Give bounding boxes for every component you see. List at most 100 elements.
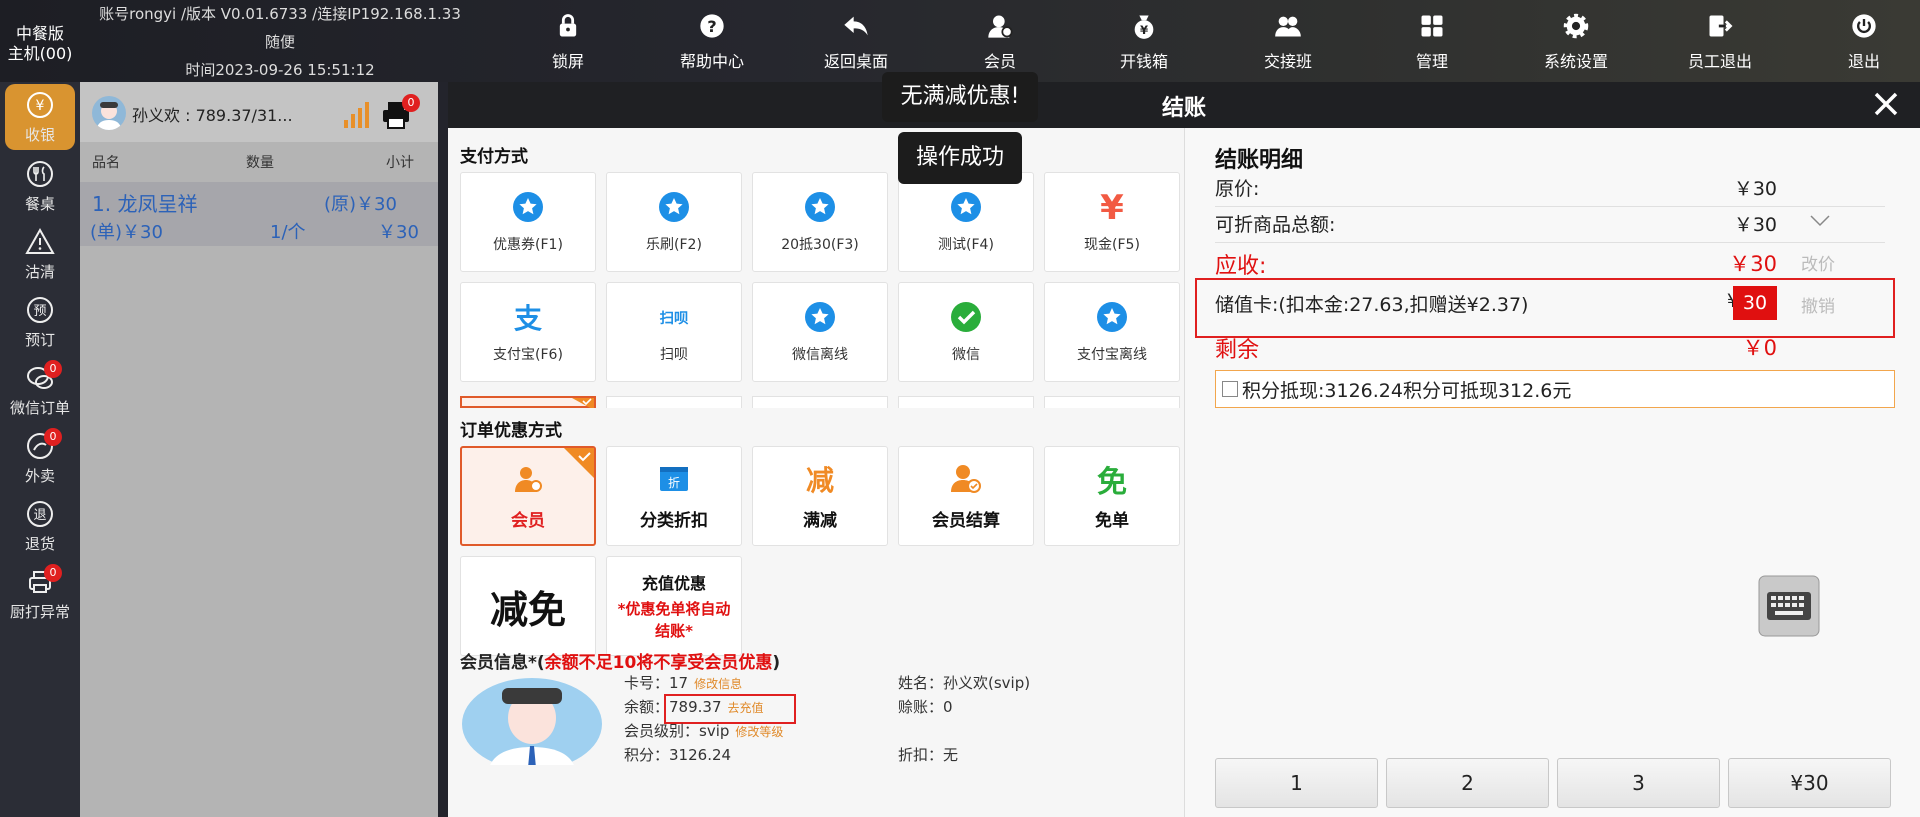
due-value: ￥30 [1729, 252, 1777, 276]
pay-label: 20抵30(F3) [781, 237, 859, 253]
svg-text:退: 退 [33, 508, 46, 523]
avatar [92, 96, 126, 130]
tool-label: 系统设置 [1543, 52, 1608, 71]
account-info: 账号rongyi /版本 V0.01.6733 /连接IP192.168.1.3… [80, 0, 480, 84]
balance-label: 余额： [624, 698, 670, 716]
discount-rate-label: 折扣： [898, 746, 944, 764]
pay-label: 现金(F5) [1084, 237, 1140, 253]
tool-cashbox[interactable]: ¥ 开钱箱 [1072, 8, 1216, 78]
discount-category[interactable]: 折 分类折扣 [606, 446, 742, 546]
toast-no-full-reduce: 无满减优惠! [882, 72, 1038, 122]
discount-reduce-free[interactable]: 减免 [460, 556, 596, 656]
tool-settings[interactable]: 系统设置 [1504, 8, 1648, 78]
nav-label: 退货 [24, 534, 55, 553]
discount-member-settle[interactable]: 会员结算 [898, 446, 1034, 546]
nav-kitchen-print-error[interactable]: 0 厨打异常 [0, 560, 80, 628]
nav-label: 沽清 [24, 262, 55, 281]
discountable-label: 可折商品总额: [1215, 214, 1336, 236]
back-icon [844, 16, 868, 36]
tool-member[interactable]: 会员 [928, 8, 1072, 78]
pay-tile-hidden[interactable] [752, 396, 888, 408]
tool-staff-logout[interactable]: 员工退出 [1648, 8, 1792, 78]
member-summary[interactable]: 孙义欢 : 789.37/31... [132, 102, 293, 126]
star-icon [805, 302, 835, 332]
pay-tile-hidden[interactable] [898, 396, 1034, 408]
pay-wechat-offline[interactable]: 微信离线 [752, 282, 888, 382]
nav-soldout[interactable]: 沽清 [0, 220, 80, 288]
cancel-button[interactable]: 撤销 [1801, 292, 1835, 317]
tool-help[interactable]: ? 帮助中心 [640, 8, 784, 78]
pay-leshua[interactable]: 乐刷(F2) [606, 172, 742, 272]
points-text: 积分抵现:3126.24积分可抵现312.6元 [1242, 379, 1572, 402]
member-credit-row: 赊账：0 [898, 696, 953, 717]
points-value: 3126.24 [669, 746, 732, 764]
edit-level-link[interactable]: 修改等级 [735, 725, 783, 739]
numpad-key[interactable]: 3 [1557, 758, 1720, 808]
nav-tables[interactable]: 餐桌 [0, 152, 80, 220]
tool-exit[interactable]: 退出 [1792, 8, 1920, 78]
name-label: 姓名： [898, 674, 944, 692]
change-price-button[interactable]: 改价 [1801, 250, 1835, 275]
discount-free-order[interactable]: 免 免单 [1044, 446, 1180, 546]
level-label: 会员级别： [624, 722, 700, 740]
nav-takeout[interactable]: 0 外卖 [0, 424, 80, 492]
shift-icon [1275, 16, 1301, 37]
pay-tile-stored-card[interactable] [460, 396, 596, 408]
tool-lock[interactable]: 锁屏 [496, 8, 640, 78]
pay-test[interactable]: 测试(F4) [898, 172, 1034, 272]
pay-alipay[interactable]: 支 支付宝(F6) [460, 282, 596, 382]
member-points-row: 积分：3126.24 [624, 744, 731, 765]
nav-wechat-order[interactable]: 0 微信订单 [0, 356, 80, 424]
numpad-key[interactable]: ¥30 [1728, 758, 1891, 808]
chevron-down-icon[interactable] [1809, 214, 1831, 228]
numpad-key[interactable]: 2 [1386, 758, 1549, 808]
pay-coupon[interactable]: 优惠券(F1) [460, 172, 596, 272]
level-value: svip [699, 722, 730, 740]
close-icon[interactable] [1870, 88, 1902, 120]
order-item-row[interactable]: 1. 龙凤呈祥 (原)￥30 (单)￥30 1/个 ￥30 [80, 182, 438, 246]
pay-cash[interactable]: ¥ 现金(F5) [1044, 172, 1180, 272]
edit-info-link[interactable]: 修改信息 [694, 677, 742, 691]
orig-price-label: 原价: [1215, 178, 1260, 200]
numpad-key[interactable]: 1 [1215, 758, 1378, 808]
discount-label: 会员 [511, 510, 545, 531]
nav-return[interactable]: 退 退货 [0, 492, 80, 560]
tool-label: 锁屏 [551, 52, 584, 71]
points-cash-option[interactable]: 积分抵现:3126.24积分可抵现312.6元 [1215, 370, 1895, 408]
pay-20for30[interactable]: 20抵30(F3) [752, 172, 888, 272]
discount-member[interactable]: 会员 [460, 446, 596, 546]
member-info-warning: 余额不足10将不享受会员优惠 [544, 653, 773, 673]
saobei-icon: 扫呗 [660, 310, 689, 327]
due-label: 应收: [1215, 254, 1267, 279]
tool-manage[interactable]: 管理 [1360, 8, 1504, 78]
star-icon [659, 192, 689, 222]
member-info-close: ) [772, 653, 781, 673]
nav-reserve[interactable]: 预 预订 [0, 288, 80, 356]
tool-label: 交接班 [1263, 52, 1312, 71]
member-info-title: 会员信息*(余额不足10将不享受会员优惠) [460, 648, 780, 673]
cutlery-icon [27, 160, 53, 187]
pay-saobei[interactable]: 扫呗 扫呗 [606, 282, 742, 382]
stored-card-amount[interactable]: 30 [1733, 286, 1777, 320]
tool-back-desktop[interactable]: 返回桌面 [784, 8, 928, 78]
points-checkbox[interactable] [1222, 381, 1238, 397]
pay-tile-hidden[interactable] [1044, 396, 1180, 408]
pay-tile-hidden[interactable] [606, 396, 742, 408]
tool-label: 会员 [983, 52, 1016, 71]
discount-recharge[interactable]: 充值优惠 *优惠免单将自动结账* [606, 556, 742, 656]
logout-icon [1709, 15, 1733, 37]
pay-alipay-offline[interactable]: 支付宝离线 [1044, 282, 1180, 382]
recharge-title: 充值优惠 [641, 574, 706, 593]
svg-text:¥: ¥ [36, 98, 45, 114]
tool-shift[interactable]: 交接班 [1216, 8, 1360, 78]
tool-label: 退出 [1847, 52, 1880, 71]
member-icon [515, 466, 542, 492]
pay-wechat[interactable]: 微信 [898, 282, 1034, 382]
pay-label: 测试(F4) [938, 237, 994, 253]
discount-label: 免单 [1095, 510, 1129, 531]
keyboard-icon[interactable] [1757, 574, 1821, 638]
item-unit-price: (单)￥30 [90, 222, 163, 243]
warning-icon [25, 227, 55, 254]
discount-full-reduce[interactable]: 减 满减 [752, 446, 888, 546]
nav-cashier[interactable]: ¥ 收银 [5, 84, 75, 150]
